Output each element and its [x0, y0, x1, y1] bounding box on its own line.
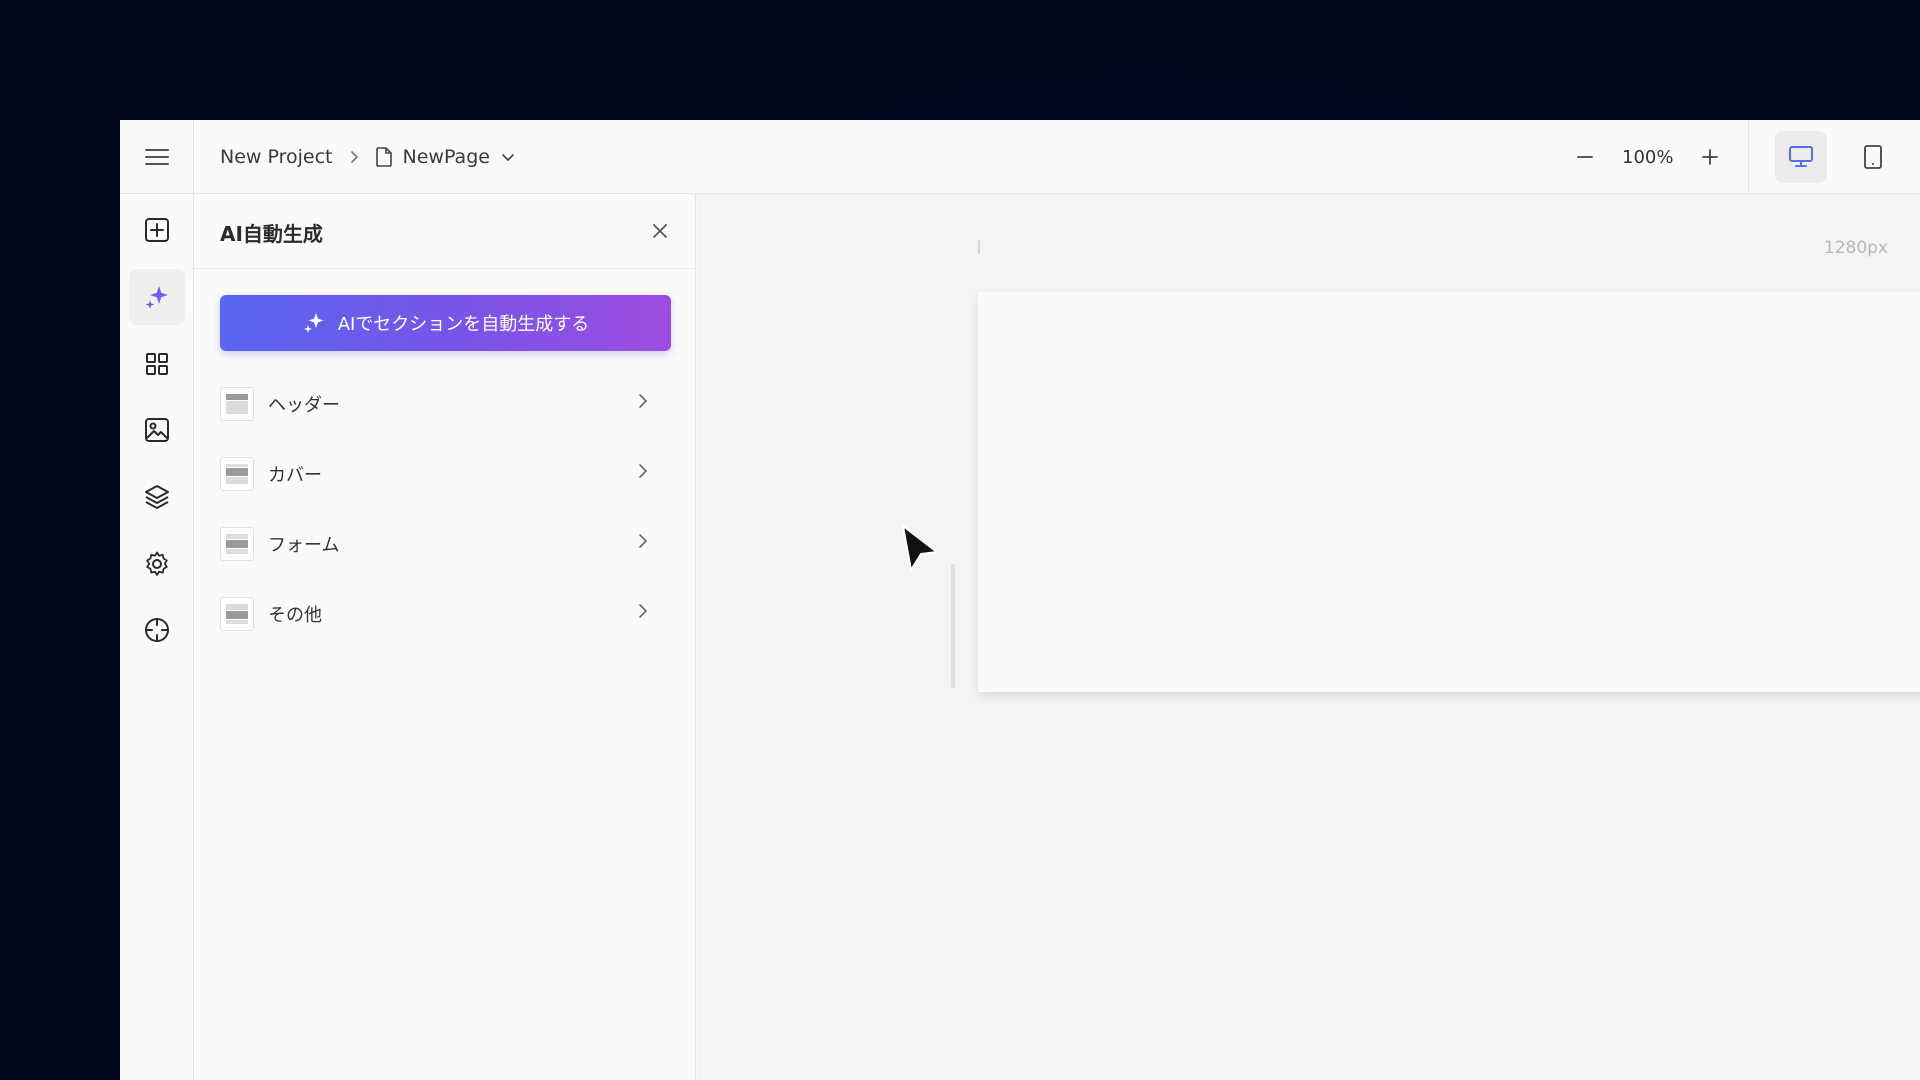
layers-icon: [145, 485, 169, 509]
menu-button[interactable]: [120, 120, 194, 194]
tablet-icon: [1864, 145, 1882, 169]
category-label: ヘッダー: [268, 395, 340, 416]
components-button[interactable]: [129, 336, 185, 392]
category-other[interactable]: その他: [220, 579, 660, 649]
ai-generate-button[interactable]: [129, 269, 185, 325]
panel-header: AI自動生成: [194, 194, 695, 269]
header-thumbnail: [220, 387, 254, 421]
image-icon: [145, 418, 169, 442]
plus-icon: [1702, 149, 1719, 165]
chevron-right-icon: [639, 464, 648, 478]
zoom-level: 100%: [1622, 146, 1674, 168]
chevron-right-icon: [639, 534, 648, 548]
top-bar: New Project NewPage 100%: [120, 120, 1920, 194]
category-cover[interactable]: カバー: [220, 439, 660, 509]
grid-icon: [146, 353, 168, 375]
minus-icon: [1577, 156, 1593, 158]
mouse-cursor-icon: [902, 525, 938, 571]
tool-rail: [120, 194, 194, 1080]
canvas-width-label: 1280px: [1823, 238, 1888, 258]
zoom-in-button[interactable]: [1695, 142, 1725, 172]
chevron-right-icon: [639, 394, 648, 408]
chevron-right-icon: [350, 151, 358, 163]
hamburger-icon: [144, 149, 169, 165]
settings-button[interactable]: [129, 536, 185, 592]
add-button[interactable]: [129, 202, 185, 258]
category-label: フォーム: [268, 535, 340, 556]
page-frame[interactable]: [978, 292, 1920, 692]
file-icon: [375, 147, 392, 167]
section-category-list: ヘッダー カバー フォーム その他: [220, 369, 660, 649]
sparkle-icon: [303, 313, 324, 333]
zoom-controls: 100%: [1570, 120, 1725, 194]
close-panel-button[interactable]: [645, 216, 675, 246]
ai-button-label: AIでセクションを自動生成する: [337, 314, 590, 335]
monitor-icon: [1789, 146, 1813, 167]
add-icon: [145, 218, 169, 242]
resize-handle[interactable]: [951, 564, 955, 688]
tablet-view-button[interactable]: [1847, 131, 1899, 183]
page-selector[interactable]: NewPage: [375, 146, 516, 168]
category-form[interactable]: フォーム: [220, 509, 660, 579]
ai-generate-section-button[interactable]: AIでセクションを自動生成する: [220, 295, 671, 351]
category-label: カバー: [268, 465, 322, 486]
media-button[interactable]: [129, 402, 185, 458]
sparkle-icon: [145, 286, 168, 309]
chevron-right-icon: [639, 604, 648, 618]
category-label: その他: [268, 605, 322, 626]
chevron-down-icon: [502, 154, 514, 162]
canvas-area[interactable]: 1280px: [697, 194, 1920, 1080]
target-button[interactable]: [129, 602, 185, 658]
device-toggle: [1748, 120, 1920, 194]
category-header[interactable]: ヘッダー: [220, 369, 660, 439]
layers-button[interactable]: [129, 469, 185, 525]
breadcrumb-project[interactable]: New Project: [220, 146, 333, 168]
breadcrumb: New Project NewPage: [220, 120, 516, 194]
ai-panel: AI自動生成 AIでセクションを自動生成する ヘッダー カバー フォーム その他: [194, 194, 696, 1080]
zoom-out-button[interactable]: [1570, 142, 1600, 172]
page-name: NewPage: [402, 146, 490, 168]
editor-window: New Project NewPage 100% AI自動生成 AIでセクション…: [120, 120, 1920, 1080]
panel-title: AI自動生成: [220, 222, 323, 246]
cover-thumbnail: [220, 457, 254, 491]
gear-icon: [146, 551, 168, 576]
form-thumbnail: [220, 527, 254, 561]
ruler-mark: [978, 240, 980, 254]
desktop-view-button[interactable]: [1775, 131, 1827, 183]
close-icon: [653, 224, 667, 238]
crosshair-icon: [145, 618, 169, 642]
other-thumbnail: [220, 597, 254, 631]
